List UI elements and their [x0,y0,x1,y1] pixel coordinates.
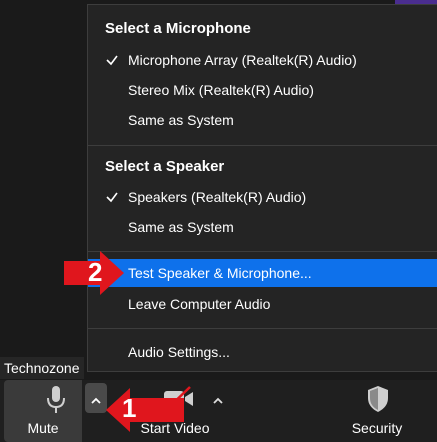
menu-item-label: Microphone Array (Realtek(R) Audio) [128,52,357,68]
menu-item-mic-same-as-system[interactable]: Same as System [88,106,437,134]
menu-item-audio-settings[interactable]: Audio Settings... [88,338,437,366]
mute-button[interactable]: Mute [4,380,82,442]
microphone-section-header: Select a Microphone [105,20,251,37]
participant-name-tag: Technozone [0,357,84,379]
menu-divider [88,251,437,252]
security-label: Security [351,420,403,436]
microphone-icon [46,385,66,420]
menu-item-label: Speakers (Realtek(R) Audio) [128,189,307,205]
menu-item-label: Same as System [128,112,234,128]
step-2-number: 2 [88,257,103,287]
video-options-caret[interactable] [207,383,229,413]
security-button[interactable]: Security [330,380,424,442]
step-1-arrow-icon [106,388,184,432]
menu-item-test-speaker-microphone[interactable]: Test Speaker & Microphone... [88,259,437,287]
caret-up-icon [212,392,224,410]
menu-item-speakers-realtek[interactable]: Speakers (Realtek(R) Audio) [88,183,437,211]
menu-item-label: Same as System [128,219,234,235]
menu-item-label: Leave Computer Audio [128,296,271,312]
shield-icon [366,385,390,418]
menu-divider [88,145,437,146]
speaker-section-header: Select a Speaker [105,158,225,175]
menu-item-leave-computer-audio[interactable]: Leave Computer Audio [88,290,437,318]
menu-item-microphone-array[interactable]: Microphone Array (Realtek(R) Audio) [88,46,437,74]
checkmark-icon [105,183,121,211]
caret-up-icon [90,392,102,410]
audio-options-menu: Select a Microphone Microphone Array (Re… [87,4,437,372]
menu-item-label: Test Speaker & Microphone... [128,265,312,281]
mute-label: Mute [27,420,59,436]
menu-divider [88,328,437,329]
step-1-number: 1 [122,393,137,423]
checkmark-icon [105,46,121,74]
menu-item-label: Stereo Mix (Realtek(R) Audio) [128,82,314,98]
menu-item-speaker-same-as-system[interactable]: Same as System [88,213,437,241]
menu-item-stereo-mix[interactable]: Stereo Mix (Realtek(R) Audio) [88,76,437,104]
menu-item-label: Audio Settings... [128,344,230,360]
